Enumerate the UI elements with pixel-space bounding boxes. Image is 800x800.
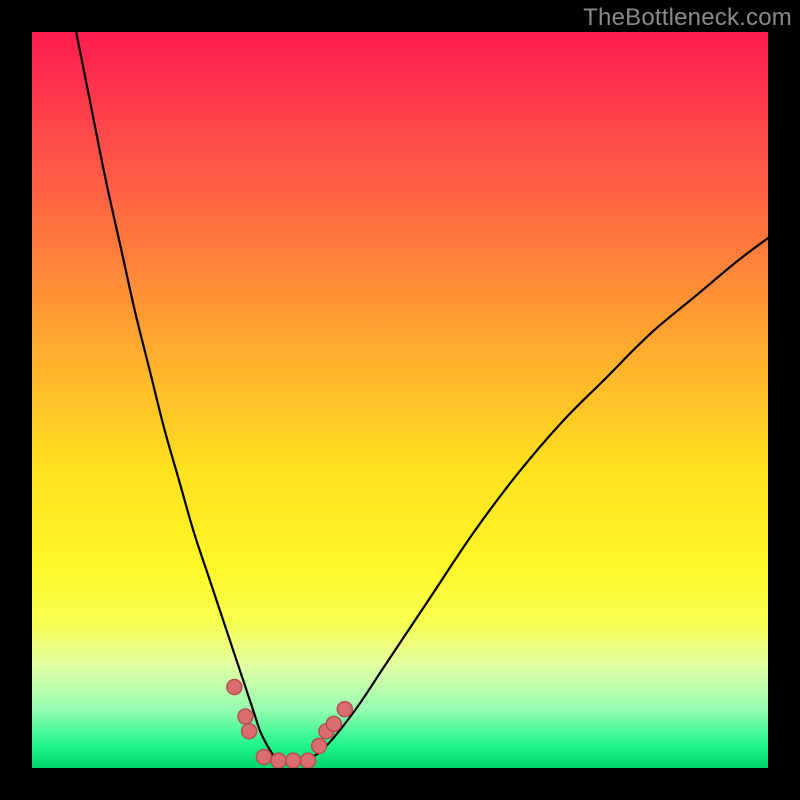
watermark-text: TheBottleneck.com [583,4,792,32]
plot-area [32,32,768,768]
highlight-point [238,709,253,724]
chart-container: TheBottleneck.com [0,0,800,800]
chart-svg [32,32,768,768]
highlight-point [256,749,271,764]
highlight-point [337,702,352,717]
highlight-point [286,753,301,768]
highlighted-points-group [227,680,352,768]
highlight-point [312,738,327,753]
highlight-point [271,753,286,768]
highlight-point [301,753,316,768]
bottleneck-curve-line [76,32,768,761]
highlight-point [227,680,242,695]
highlight-point [242,724,257,739]
highlight-point [326,716,341,731]
